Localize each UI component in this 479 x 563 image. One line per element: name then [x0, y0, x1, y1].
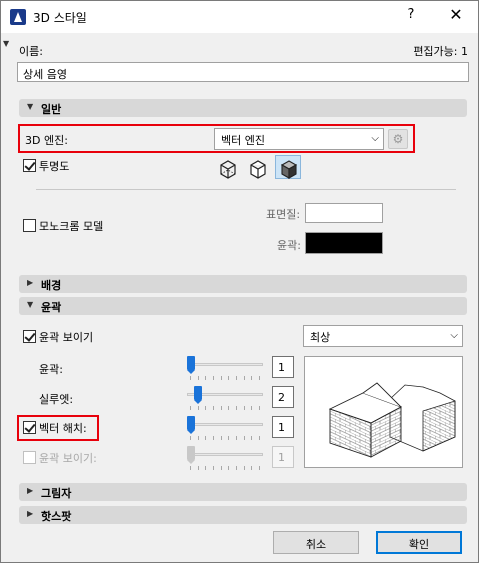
- silhouette-slider-ticks: [190, 406, 260, 410]
- collapsed-arrow-icon: ▶: [27, 509, 34, 518]
- section-hotspot-label: 핫스팟: [41, 510, 72, 523]
- section-contour[interactable]: ▼ 윤곽: [19, 297, 467, 315]
- name-input[interactable]: 상세 음영: [17, 62, 469, 82]
- contour-slider-thumb[interactable]: [187, 356, 195, 374]
- transparency-checkbox[interactable]: [23, 159, 36, 172]
- show-contour2-value-field[interactable]: 1: [272, 446, 294, 468]
- archicad-icon: [10, 9, 26, 25]
- shaded-icon[interactable]: [275, 155, 301, 179]
- section-background[interactable]: ▶ 배경: [19, 275, 467, 293]
- section-hotspot[interactable]: ▶ 핫스팟: [19, 506, 467, 524]
- hidden-line-icon[interactable]: [245, 156, 271, 180]
- contour-slider[interactable]: [187, 363, 263, 366]
- divider: [36, 189, 456, 190]
- show-contour-checkbox[interactable]: [23, 330, 36, 343]
- vector-hatch-label: 벡터 해치:: [39, 422, 87, 435]
- contour-preview: [304, 356, 463, 468]
- section-background-label: 배경: [41, 279, 62, 292]
- monochrome-checkbox[interactable]: [23, 219, 36, 232]
- vector-hatch-checkbox[interactable]: [23, 421, 36, 434]
- show-contour2-slider-ticks: [190, 466, 260, 470]
- collapsed-arrow-icon: ▶: [27, 278, 34, 287]
- section-general[interactable]: ▼ 일반: [19, 99, 467, 117]
- section-shadow-label: 그림자: [41, 487, 72, 500]
- editable-count: 편집가능: 1: [413, 45, 468, 58]
- silhouette-slider-thumb[interactable]: [193, 386, 202, 404]
- vector-hatch-slider-ticks: [190, 436, 260, 440]
- expanded-arrow-icon: ▼: [27, 102, 34, 111]
- vector-hatch-value-field[interactable]: 1: [272, 416, 294, 438]
- chevron-down-icon: ⌵: [371, 133, 379, 144]
- close-button[interactable]: ✕: [445, 5, 467, 24]
- engine-label: 3D 엔진:: [25, 134, 68, 147]
- quality-select-value: 최상: [310, 331, 331, 344]
- transparency-label: 투명도: [39, 160, 70, 173]
- contour-value-field[interactable]: 1: [272, 356, 294, 378]
- show-contour2-checkbox[interactable]: [23, 451, 36, 464]
- show-contour2-slider-thumb[interactable]: [187, 446, 195, 464]
- section-contour-label: 윤곽: [41, 301, 62, 314]
- name-label: 이름:: [19, 45, 43, 58]
- quality-select[interactable]: 최상 ⌵: [303, 325, 463, 347]
- engine-select[interactable]: 벡터 엔진 ⌵: [214, 128, 384, 150]
- monochrome-label: 모노크롬 모델: [39, 220, 104, 233]
- chevron-down-icon: ⌵: [450, 330, 458, 341]
- surface-color-swatch[interactable]: [305, 203, 383, 223]
- contour-slider-label: 윤곽:: [39, 363, 63, 376]
- help-button[interactable]: ?: [401, 7, 421, 22]
- dialog-window: 3D 스타일 ? ✕ ▼ 이름: 편집가능: 1 상세 음영 ▼ 일반 3D 엔…: [0, 0, 479, 563]
- show-contour-label: 윤곽 보이기: [39, 331, 94, 344]
- ok-button[interactable]: 확인: [376, 531, 462, 554]
- surface-label: 표면질:: [266, 208, 301, 221]
- contour-slider-ticks: [190, 376, 260, 380]
- collapsed-arrow-icon: ▶: [27, 486, 34, 495]
- silhouette-value-field[interactable]: 2: [272, 386, 294, 408]
- engine-select-value: 벡터 엔진: [221, 134, 265, 147]
- vector-hatch-slider-thumb[interactable]: [187, 416, 195, 434]
- vector-hatch-slider[interactable]: [187, 423, 263, 426]
- cancel-button[interactable]: 취소: [273, 531, 359, 554]
- contour-color-label: 윤곽:: [277, 239, 301, 252]
- silhouette-slider-label: 실루엣:: [39, 393, 74, 406]
- collapse-arrow-icon[interactable]: ▼: [3, 39, 9, 48]
- house-preview-image: [328, 382, 456, 458]
- expanded-arrow-icon: ▼: [27, 300, 34, 309]
- contour-color-swatch[interactable]: [305, 232, 383, 254]
- section-shadow[interactable]: ▶ 그림자: [19, 483, 467, 501]
- section-general-label: 일반: [41, 103, 62, 116]
- window-title: 3D 스타일: [33, 11, 87, 25]
- gear-icon[interactable]: ⚙: [388, 129, 408, 149]
- show-contour2-slider[interactable]: [187, 453, 263, 456]
- show-contour2-label: 윤곽 보이기:: [39, 452, 97, 465]
- wireframe-icon[interactable]: [215, 156, 241, 180]
- title-bar: 3D 스타일 ? ✕: [1, 1, 478, 33]
